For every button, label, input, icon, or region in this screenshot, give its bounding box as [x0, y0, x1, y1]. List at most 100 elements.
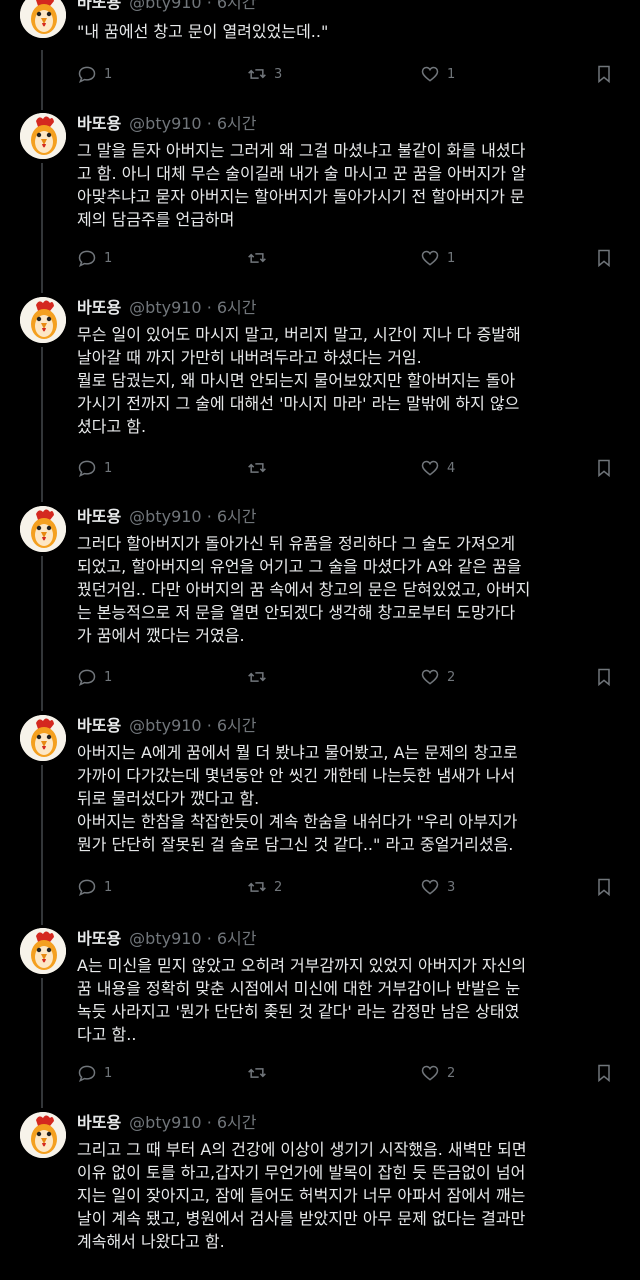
reply-button[interactable]: 1 — [77, 62, 112, 86]
bookmark-button[interactable] — [594, 1061, 614, 1085]
display-name[interactable]: 바또용 — [77, 716, 121, 735]
handle[interactable]: @bty910 — [129, 929, 201, 948]
tweet-actions: 1 1 — [77, 246, 617, 270]
handle-time: @bty910 · 6시간 — [129, 298, 257, 317]
bookmark-icon — [598, 65, 610, 84]
display-name[interactable]: 바또용 — [77, 0, 121, 12]
avatar[interactable] — [20, 297, 66, 343]
bookmark-button[interactable] — [594, 246, 614, 270]
like-button[interactable]: 3 — [420, 875, 455, 899]
avatar[interactable] — [20, 928, 66, 974]
retweet-icon — [248, 463, 266, 473]
reply-icon — [78, 1065, 96, 1082]
timestamp[interactable]: 6시간 — [217, 0, 257, 12]
reply-button[interactable]: 1 — [77, 875, 112, 899]
rooster-avatar-icon — [20, 715, 66, 761]
tweet[interactable]: 바또용 @bty910 · 6시간 "내 꿈에선 창고 문이 열려있었는데.." … — [0, 0, 640, 102]
timestamp[interactable]: 6시간 — [217, 1113, 257, 1132]
avatar[interactable] — [20, 506, 66, 552]
avatar[interactable] — [20, 1112, 66, 1158]
rooster-avatar-icon — [20, 297, 66, 343]
bookmark-button[interactable] — [594, 456, 614, 480]
like-button[interactable]: 2 — [420, 1061, 455, 1085]
bookmark-button[interactable] — [594, 875, 614, 899]
tweet[interactable]: 바또용 @bty910 · 6시간 그리고 그 때 부터 A의 건강에 이상이 생… — [0, 1112, 640, 1280]
retweet-count: 3 — [274, 66, 283, 82]
reply-icon — [78, 669, 96, 686]
tweet-header: 바또용 @bty910 · 6시간 — [77, 1113, 257, 1133]
like-button[interactable]: 1 — [420, 246, 455, 270]
tweet[interactable]: 바또용 @bty910 · 6시간 그 말을 듣자 아버지는 그러게 왜 그걸 마… — [0, 113, 640, 283]
reply-button[interactable]: 1 — [77, 456, 112, 480]
timestamp[interactable]: 6시간 — [217, 507, 257, 526]
timestamp[interactable]: 6시간 — [217, 114, 257, 133]
timestamp[interactable]: 6시간 — [217, 716, 257, 735]
display-name[interactable]: 바또용 — [77, 1113, 121, 1132]
like-button[interactable]: 2 — [420, 665, 455, 689]
handle-time: @bty910 · 6시간 — [129, 716, 257, 735]
retweet-button[interactable] — [247, 246, 274, 270]
like-count: 4 — [447, 460, 456, 476]
tweet-header: 바또용 @bty910 · 6시간 — [77, 114, 257, 134]
like-count: 1 — [447, 66, 456, 82]
tweet-text: 그리고 그 때 부터 A의 건강에 이상이 생기기 시작했음. 새벽만 되면 이… — [77, 1140, 527, 1251]
bookmark-button[interactable] — [594, 665, 614, 689]
tweet[interactable]: 바또용 @bty910 · 6시간 그러다 할아버지가 돌아가신 뒤 유품을 정리… — [0, 506, 640, 701]
timestamp[interactable]: 6시간 — [217, 929, 257, 948]
like-button[interactable]: 4 — [420, 456, 455, 480]
tweet-text: 그 말을 듣자 아버지는 그러게 왜 그걸 마셨냐고 불같이 화를 내셨다 고 … — [77, 141, 526, 229]
reply-count: 1 — [104, 669, 113, 685]
display-name[interactable]: 바또용 — [77, 114, 121, 133]
reply-icon — [78, 66, 96, 83]
tweet[interactable]: 바또용 @bty910 · 6시간 A는 미신을 믿지 않았고 오히려 거부감까지… — [0, 928, 640, 1098]
handle[interactable]: @bty910 — [129, 507, 201, 526]
like-button[interactable]: 1 — [420, 62, 455, 86]
tweet-text: A는 미신을 믿지 않았고 오히려 거부감까지 있었지 아버지가 자신의 꿈 내… — [77, 956, 527, 1044]
reply-button[interactable]: 1 — [77, 665, 112, 689]
reply-button[interactable]: 1 — [77, 1061, 112, 1085]
display-name[interactable]: 바또용 — [77, 507, 121, 526]
retweet-button[interactable] — [247, 456, 274, 480]
bookmark-button[interactable] — [594, 62, 614, 86]
heart-icon — [421, 669, 439, 685]
avatar[interactable] — [20, 113, 66, 159]
rooster-avatar-icon — [20, 1112, 66, 1158]
tweet[interactable]: 바또용 @bty910 · 6시간 아버지는 A에게 꿈에서 뭘 더 봤냐고 물어… — [0, 715, 640, 910]
avatar[interactable] — [20, 715, 66, 761]
retweet-button[interactable]: 2 — [247, 875, 282, 899]
like-count: 2 — [447, 1065, 456, 1081]
retweet-icon — [248, 253, 266, 263]
timestamp[interactable]: 6시간 — [217, 298, 257, 317]
handle-time: @bty910 · 6시간 — [129, 0, 256, 12]
handle[interactable]: @bty910 — [129, 298, 201, 317]
reply-count: 1 — [104, 1065, 113, 1081]
retweet-icon — [248, 882, 266, 892]
tweet-header: 바또용 @bty910 · 6시간 — [77, 298, 257, 318]
bookmark-icon — [598, 459, 610, 478]
heart-icon — [421, 1065, 439, 1081]
handle[interactable]: @bty910 — [129, 0, 201, 12]
handle[interactable]: @bty910 — [129, 716, 201, 735]
tweet-header: 바또용 @bty910 · 6시간 — [77, 716, 257, 736]
bookmark-icon — [598, 668, 610, 687]
handle[interactable]: @bty910 — [129, 1113, 201, 1132]
retweet-icon — [248, 672, 266, 682]
retweet-button[interactable] — [247, 665, 274, 689]
tweet-actions: 1 3 1 — [77, 62, 617, 86]
tweet-actions: 1 2 — [77, 1061, 617, 1085]
retweet-button[interactable]: 3 — [247, 62, 282, 86]
rooster-avatar-icon — [20, 928, 66, 974]
handle[interactable]: @bty910 — [129, 114, 201, 133]
avatar[interactable] — [20, 0, 66, 38]
heart-icon — [421, 460, 439, 476]
tweet-header: 바또용 @bty910 · 6시간 — [77, 507, 257, 527]
like-count: 2 — [447, 669, 456, 685]
reply-icon — [78, 250, 96, 267]
reply-count: 1 — [104, 66, 113, 82]
tweet-actions: 1 2 — [77, 665, 617, 689]
retweet-button[interactable] — [247, 1061, 274, 1085]
tweet[interactable]: 바또용 @bty910 · 6시간 무슨 일이 있어도 마시지 말고, 버리지 말… — [0, 297, 640, 492]
reply-button[interactable]: 1 — [77, 246, 112, 270]
display-name[interactable]: 바또용 — [77, 298, 121, 317]
display-name[interactable]: 바또용 — [77, 929, 121, 948]
